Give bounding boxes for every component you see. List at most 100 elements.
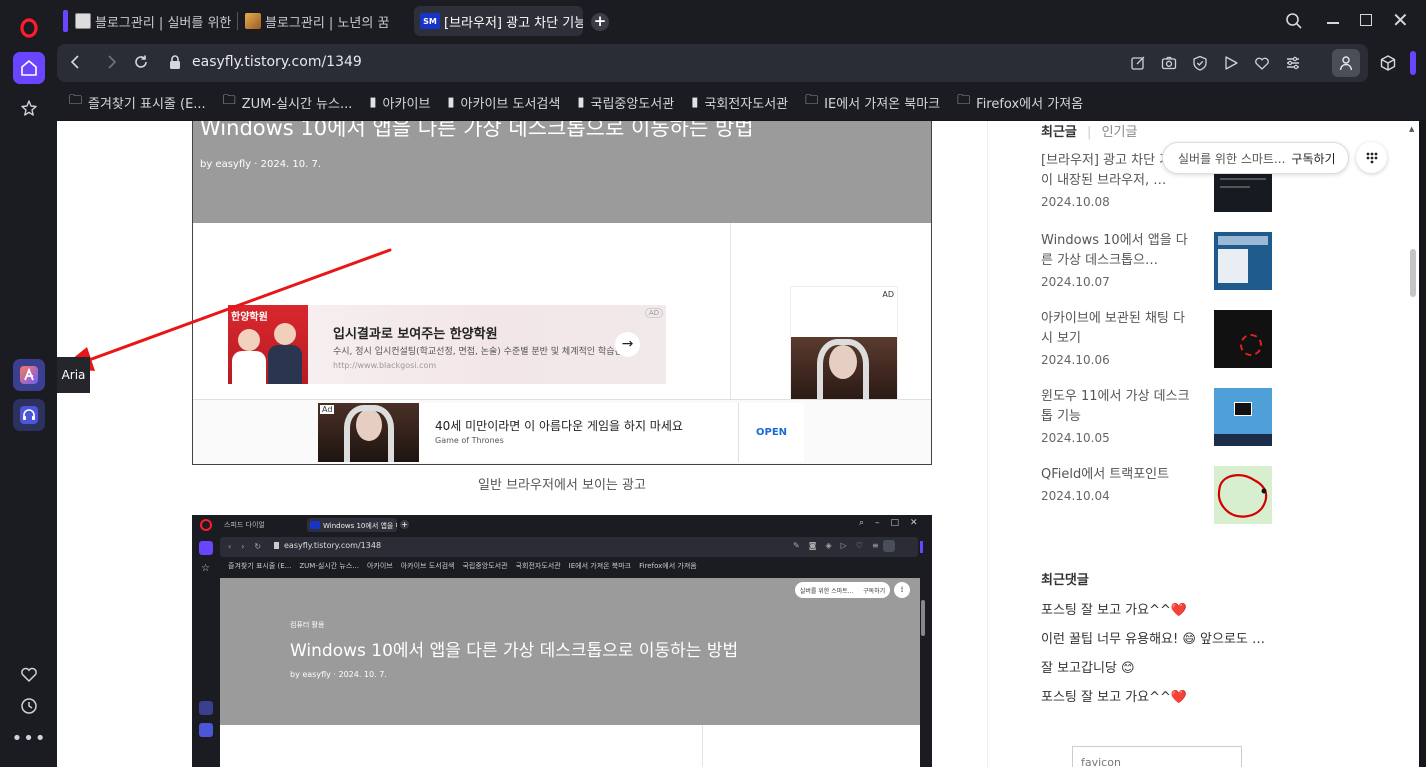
comment-text[interactable]: 포스팅 잘 보고 가요^^ bbox=[1041, 603, 1171, 618]
pinboard-button[interactable] bbox=[13, 92, 45, 124]
tab-search-button[interactable] bbox=[1285, 12, 1303, 34]
arrow-right-icon[interactable]: → bbox=[615, 332, 640, 357]
tab-2[interactable]: 블로그관리 | 노년의 꿈 bbox=[239, 6, 407, 36]
ad-strip-got[interactable]: Ad 40세 미만이라면 이 아름다운 게임을 하지 마세요 Game of T… bbox=[193, 400, 931, 464]
ad-side[interactable]: AD bbox=[790, 286, 898, 400]
nested-bookmark: ZUM-실시간 뉴스... bbox=[299, 562, 359, 570]
tab-popular-posts[interactable]: 인기글 bbox=[1102, 125, 1138, 140]
bookmark-folder-zum[interactable]: 🗀 ZUM-실시간 뉴스... bbox=[223, 91, 353, 113]
bookmark-archive[interactable]: ▮ 아카이브 bbox=[369, 93, 430, 112]
tab-separator: | bbox=[1087, 125, 1092, 140]
image-caption: 일반 브라우저에서 보이는 광고 bbox=[478, 478, 646, 493]
comment-text[interactable]: 포스팅 잘 보고 가요^^ bbox=[1041, 690, 1171, 705]
reload-button[interactable] bbox=[133, 54, 149, 74]
extensions-button[interactable] bbox=[1379, 54, 1397, 76]
ad-open-button[interactable]: OPEN bbox=[738, 403, 804, 462]
blog-menu-button[interactable] bbox=[1356, 142, 1387, 173]
comment-emoji: ❤️ bbox=[1170, 690, 1188, 705]
forward-button[interactable] bbox=[104, 53, 118, 75]
new-tab-button[interactable]: + bbox=[591, 13, 609, 31]
maximize-button[interactable] bbox=[1360, 14, 1372, 26]
bookmark-folder-ie[interactable]: 🗀 IE에서 가져온 북마크 bbox=[805, 91, 940, 113]
edit-icon[interactable] bbox=[1130, 55, 1146, 71]
recent-post-thumbnail[interactable] bbox=[1214, 388, 1272, 446]
user-icon bbox=[1339, 56, 1353, 71]
recent-post-title[interactable]: 아카이브에 보관된 채팅 다시 보기 bbox=[1041, 309, 1191, 349]
bookmark-archive-search[interactable]: ▮ 아카이브 도서검색 bbox=[447, 93, 560, 112]
nested-url-bar: ‹›↻ easyfly.tistory.com/1348 ✎◙◈▷♡≡ bbox=[220, 537, 918, 557]
recent-post-item[interactable]: QField에서 트랙포인트 2024.10.04 bbox=[1041, 465, 1191, 503]
recent-post-item[interactable]: 윈도우 11에서 가상 데스크톱 기능 2024.10.05 bbox=[1041, 387, 1191, 445]
page-scrollbar[interactable]: ▲ bbox=[1406, 121, 1419, 767]
post-image-nested-browser: 스피드 다이얼 Windows 10에서 앱을 다 + ⌕–□✕ ☆ ‹›↻ e… bbox=[192, 515, 932, 767]
camera-icon[interactable] bbox=[1161, 55, 1177, 71]
url-text[interactable]: easyfly.tistory.com/1349 bbox=[192, 54, 362, 70]
recent-post-thumbnail[interactable] bbox=[1214, 232, 1272, 290]
bookmark-folder-firefox[interactable]: 🗀 Firefox에서 가져옴 bbox=[957, 91, 1083, 113]
easy-setup-icon[interactable] bbox=[1285, 55, 1301, 71]
shield-icon[interactable] bbox=[1192, 55, 1208, 71]
folder-icon: 🗀 bbox=[222, 93, 236, 108]
nested-bookmarks: 즐겨찾기 표시줄 (E... ZUM-실시간 뉴스... 아카이브 아카이브 도… bbox=[228, 561, 928, 575]
lock-icon[interactable] bbox=[169, 55, 181, 74]
recent-post-item[interactable]: Windows 10에서 앱을 다른 가상 데스크톱으… 2024.10.07 bbox=[1041, 231, 1191, 289]
page-icon: ▮ bbox=[447, 94, 455, 110]
heart-icon[interactable] bbox=[1254, 55, 1270, 71]
minimize-button[interactable] bbox=[1325, 12, 1341, 30]
annotation-arrow bbox=[61, 248, 392, 371]
back-button[interactable] bbox=[69, 53, 83, 75]
profile-button[interactable] bbox=[1332, 49, 1360, 77]
recent-post-thumbnail[interactable] bbox=[1214, 310, 1272, 368]
heart-icon bbox=[21, 667, 37, 683]
recent-post-item[interactable]: 아카이브에 보관된 채팅 다시 보기 2024.10.06 bbox=[1041, 309, 1191, 367]
recent-post-date: 2024.10.07 bbox=[1041, 275, 1110, 289]
history-button[interactable] bbox=[13, 690, 45, 722]
tab-recent-posts[interactable]: 최근글 bbox=[1041, 125, 1077, 140]
nested-meta: by easyfly · 2024. 10. 7. bbox=[290, 670, 387, 679]
comment-item[interactable]: 포스팅 잘 보고 가요^^❤️ bbox=[1041, 686, 1187, 705]
comment-item[interactable]: 이런 꿀팁 너무 유용해요! 😄 앞으로도 … bbox=[1041, 628, 1265, 647]
nested-page: 컴퓨터 활용 Windows 10에서 앱을 다른 가상 데스크톱으로 이동하는… bbox=[220, 578, 920, 767]
bookmark-folder-favorites[interactable]: 🗀 즐겨찾기 표시줄 (E... bbox=[69, 91, 206, 113]
comment-emoji: ❤️ bbox=[1170, 603, 1188, 618]
comment-text[interactable]: 이런 꿀팁 너무 유용해요! 😄 앞으로도 … bbox=[1041, 632, 1265, 647]
nested-bookmark: 아카이브 도서검색 bbox=[400, 562, 455, 570]
opera-logo-icon[interactable] bbox=[13, 12, 45, 44]
nested-music-icon bbox=[199, 723, 213, 737]
thumb-circle bbox=[1240, 334, 1262, 356]
favorites-button[interactable] bbox=[13, 658, 45, 690]
comment-item[interactable]: 잘 보고갑니당 😊 bbox=[1041, 657, 1135, 676]
recent-post-title[interactable]: Windows 10에서 앱을 다른 가상 데스크톱으… bbox=[1041, 231, 1191, 271]
page-icon: ▮ bbox=[691, 94, 699, 110]
aria-button[interactable] bbox=[13, 359, 45, 391]
nested-tab-2-title: Windows 10에서 앱을 다 bbox=[323, 522, 397, 530]
music-player-button[interactable] bbox=[13, 399, 45, 431]
recent-post-title[interactable]: 윈도우 11에서 가상 데스크톱 기능 bbox=[1041, 387, 1191, 427]
nested-profile-icon bbox=[883, 540, 895, 552]
tab-3-active[interactable]: SM [브라우저] 광고 차단 기능 bbox=[414, 6, 583, 36]
close-window-button[interactable]: ✕ bbox=[1392, 10, 1409, 30]
recent-post-title[interactable]: QField에서 트랙포인트 bbox=[1041, 465, 1191, 485]
nested-header-gray: 컴퓨터 활용 Windows 10에서 앱을 다른 가상 데스크톱으로 이동하는… bbox=[220, 578, 920, 725]
nested-scrollbar bbox=[921, 600, 925, 636]
tab-1[interactable]: 블로그관리 | 실버를 위한 bbox=[69, 6, 237, 36]
more-icon[interactable]: ••• bbox=[12, 722, 46, 754]
subscribe-button[interactable]: 구독하기 bbox=[1291, 150, 1335, 167]
dots-menu-icon bbox=[1366, 152, 1377, 163]
send-icon[interactable] bbox=[1223, 55, 1239, 71]
comment-text[interactable]: 잘 보고갑니당 bbox=[1041, 661, 1121, 676]
sidebar-divider bbox=[987, 121, 988, 767]
scroll-up-icon[interactable]: ▲ bbox=[1409, 125, 1414, 133]
ad-hair bbox=[344, 405, 394, 462]
comment-item[interactable]: 포스팅 잘 보고 가요^^❤️ bbox=[1041, 599, 1187, 618]
tab-favicon-icon bbox=[75, 13, 91, 29]
ad-got-sub: Game of Thrones bbox=[435, 436, 504, 445]
aria-icon bbox=[20, 366, 38, 384]
folder-icon: 🗀 bbox=[69, 93, 83, 108]
bookmark-national-library[interactable]: ▮ 국립중앙도서관 bbox=[577, 93, 674, 112]
recent-post-thumbnail[interactable] bbox=[1214, 466, 1272, 524]
scrollbar-thumb[interactable] bbox=[1410, 249, 1416, 297]
home-button[interactable] bbox=[13, 52, 45, 84]
nested-bookmark: 즐겨찾기 표시줄 (E... bbox=[228, 562, 292, 570]
bookmark-assembly-library[interactable]: ▮ 국회전자도서관 bbox=[691, 93, 788, 112]
